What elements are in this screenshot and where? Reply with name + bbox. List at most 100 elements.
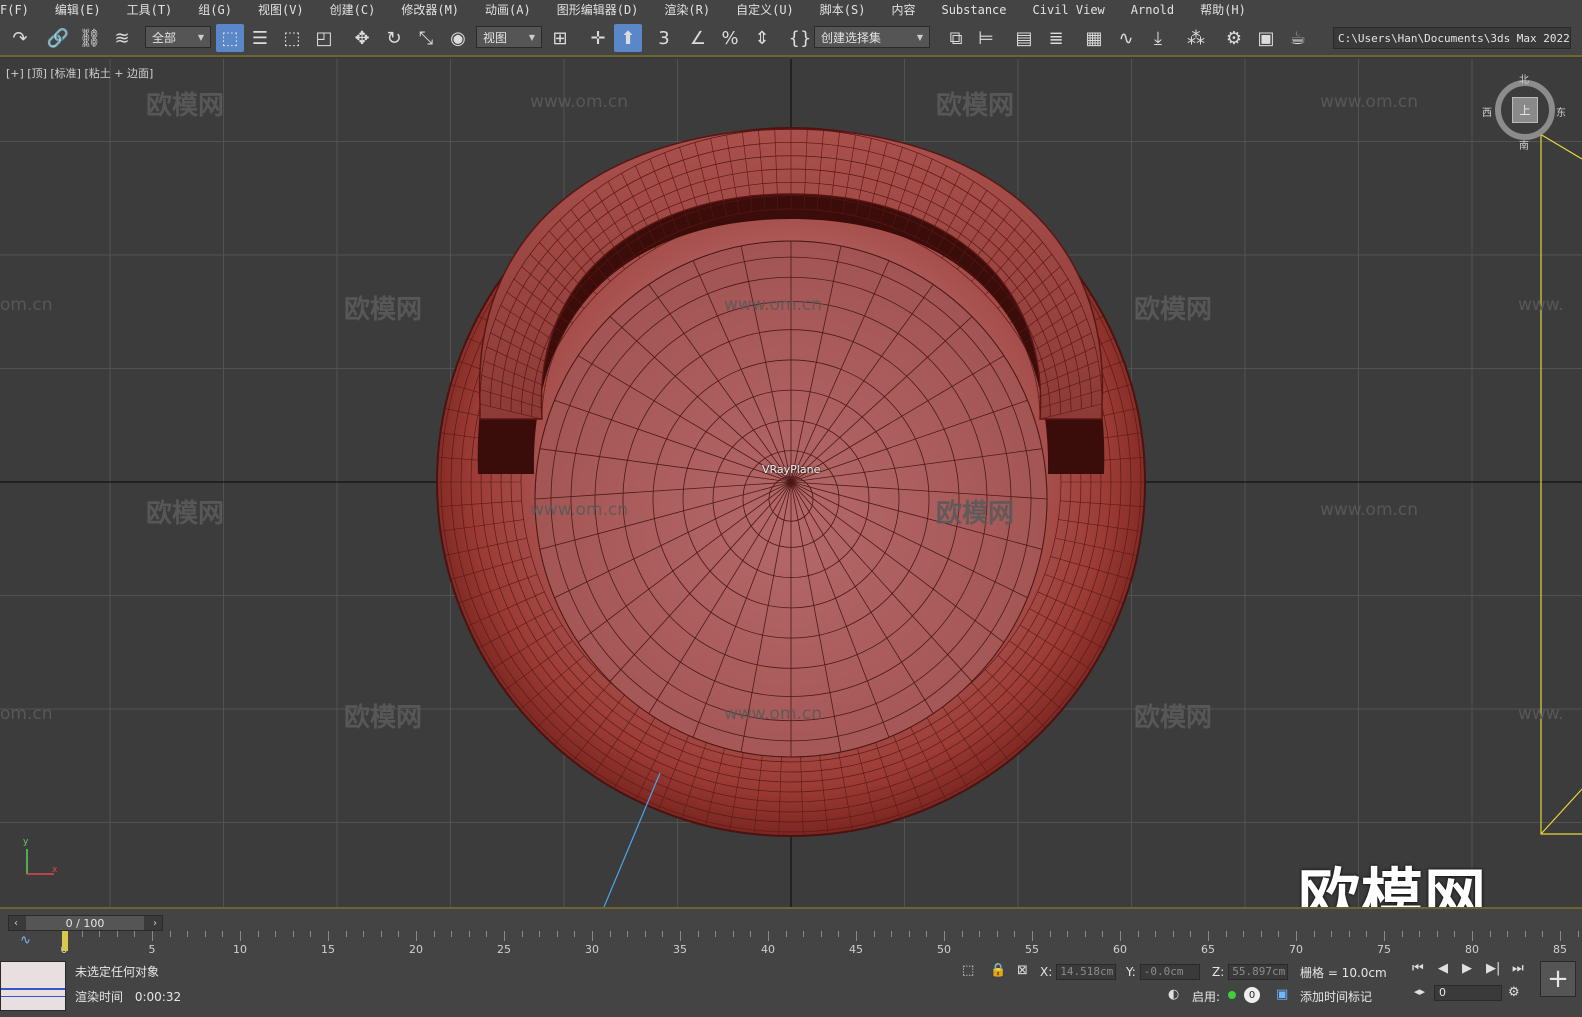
move-icon[interactable]: ✥ (348, 24, 376, 52)
named-selection-set-select[interactable]: 创建选择集 ▼ (814, 26, 930, 48)
frame-counter[interactable]: 0 / 100 (26, 916, 144, 930)
z-coordinate-field[interactable]: 55.897cm (1228, 964, 1289, 980)
timeline-ruler[interactable]: 0510152025303540455055606570758085 (60, 931, 1579, 956)
chair-mesh[interactable] (436, 127, 1146, 837)
rectangular-selection-icon[interactable]: ⬚ (278, 24, 306, 52)
viewport-label[interactable]: [+] [顶] [标准] [粘土 + 边面] (6, 65, 153, 81)
selection-filter-select[interactable]: 全部 ▼ (145, 26, 211, 48)
menu-animation[interactable]: 动画(A) (471, 0, 543, 20)
viewcube-south[interactable]: 南 (1519, 137, 1529, 152)
schematic-view-icon[interactable]: ⤓ (1144, 24, 1172, 52)
ruler-tick (416, 931, 417, 941)
menu-help[interactable]: 帮助(H) (1186, 0, 1258, 20)
edit-named-selection-icon[interactable]: {} (786, 24, 814, 52)
x-coordinate-field[interactable]: 14.518cm (1056, 964, 1117, 980)
menu-arnold[interactable]: Arnold (1117, 0, 1186, 20)
next-frame-arrow-icon[interactable]: › (148, 916, 162, 930)
absolute-relative-toggle-icon[interactable]: ⊠ (1017, 963, 1028, 978)
reference-coordinate-select[interactable]: 视图 ▼ (476, 26, 542, 48)
bind-space-warp-icon[interactable]: ≋ (108, 24, 136, 52)
menu-file[interactable]: F(F) (0, 0, 41, 20)
top-viewport[interactable]: [+] [顶] [标准] [粘土 + 边面] VRayPlane y x 上 北… (0, 59, 1582, 907)
unlink-icon[interactable]: ⛓ (76, 24, 104, 52)
select-manipulate-icon[interactable]: ✛ (584, 24, 612, 52)
render-setup-icon[interactable]: ⚙ (1220, 24, 1248, 52)
redo-icon[interactable]: ↷ (6, 24, 34, 52)
viewcube-north[interactable]: 北 (1519, 71, 1529, 86)
viewcube-top-face[interactable]: 上 (1512, 97, 1538, 123)
ruler-tick (257, 931, 259, 937)
prev-frame-arrow-icon[interactable]: ‹ (9, 916, 23, 930)
menu-create[interactable]: 创建(C) (316, 0, 388, 20)
go-to-end-icon[interactable]: ⏭ (1512, 961, 1524, 976)
material-editor-icon[interactable]: ⁂ (1182, 24, 1210, 52)
time-configuration-icon[interactable]: ⚙ (1508, 985, 1520, 1000)
add-time-tag-button[interactable]: 添加时间标记 (1300, 988, 1372, 1005)
menu-scripting[interactable]: 脚本(S) (806, 0, 878, 20)
ruler-tick (556, 931, 558, 937)
menu-graph-editors[interactable]: 图形编辑器(D) (543, 0, 651, 20)
current-frame-field[interactable]: 0 (1434, 985, 1502, 1001)
time-cursor[interactable] (62, 931, 68, 951)
y-coordinate-field[interactable]: -0.0cm (1139, 964, 1200, 980)
rotate-icon[interactable]: ↻ (380, 24, 408, 52)
x-coordinate-label: X: (1040, 965, 1053, 979)
keyboard-shortcut-override-icon[interactable]: ⬆ (614, 24, 642, 52)
previous-frame-icon[interactable]: ◀ (1438, 961, 1448, 976)
rendered-frame-window-icon[interactable]: ▣ (1252, 24, 1280, 52)
menu-rendering[interactable]: 渲染(R) (650, 0, 722, 20)
key-mode-toggle-icon[interactable]: ◂▸ (1414, 985, 1425, 998)
lock-selection-icon[interactable]: 🔒 (990, 963, 1006, 978)
menu-civil-view[interactable]: Civil View (1019, 0, 1117, 20)
menu-substance[interactable]: Substance (927, 0, 1018, 20)
menu-tools[interactable]: 工具(T) (113, 0, 185, 20)
isolate-selection-icon[interactable]: ⬚ (962, 963, 974, 978)
window-crossing-icon[interactable]: ◰ (310, 24, 338, 52)
menu-customize[interactable]: 自定义(U) (722, 0, 806, 20)
render-time-label: 渲染时间 0:00:32 (75, 988, 181, 1005)
align-icon[interactable]: ⊨ (972, 24, 1000, 52)
play-icon[interactable]: ▶ (1462, 961, 1472, 976)
angle-snap-icon[interactable]: ∠ (684, 24, 712, 52)
ruler-tick (979, 931, 981, 937)
go-to-start-icon[interactable]: ⏮ (1412, 961, 1424, 976)
layer-explorer-icon[interactable]: ≣ (1042, 24, 1070, 52)
next-frame-icon[interactable]: ▶| (1486, 961, 1500, 976)
percent-snap-icon[interactable]: % (716, 24, 744, 52)
select-by-name-icon[interactable]: ☰ (246, 24, 274, 52)
viewcube-west[interactable]: 西 (1482, 104, 1492, 119)
camera-frame-outline (1539, 133, 1582, 835)
menu-content[interactable]: 内容 (877, 0, 927, 20)
time-tag-icon[interactable]: ▣ (1276, 987, 1288, 1002)
menu-views[interactable]: 视图(V) (244, 0, 316, 20)
scene-explorer-icon[interactable]: ▤ (1010, 24, 1038, 52)
pivot-center-icon[interactable]: ⊞ (546, 24, 574, 52)
render-production-icon[interactable]: ☕ (1284, 24, 1312, 52)
snaps-toggle-icon[interactable]: 3 (650, 24, 678, 52)
adaptive-degradation-icon[interactable]: ◐ (1168, 987, 1179, 1002)
select-object-icon[interactable]: ⬚ (216, 24, 244, 52)
toggle-ribbon-icon[interactable]: ▦ (1080, 24, 1108, 52)
ruler-label: 5 (148, 943, 156, 956)
menu-group[interactable]: 组(G) (184, 0, 244, 20)
render-time-label-text: 渲染时间 (75, 990, 124, 1004)
ruler-tick (592, 931, 593, 941)
maxscript-listener-preview[interactable] (0, 961, 66, 1011)
project-path-field[interactable]: C:\Users\Han\Documents\3ds Max 2022 ▼ (1333, 27, 1571, 49)
mini-curve-editor-icon[interactable]: ∿ (20, 933, 31, 948)
ruler-tick (99, 931, 101, 937)
time-slider[interactable]: ‹ 0 / 100 › (8, 915, 163, 931)
mirror-icon[interactable]: ⧉ (942, 24, 970, 52)
viewport-navigation-plus-icon[interactable]: + (1540, 961, 1576, 997)
viewcube[interactable]: 上 北 南 西 东 (1482, 75, 1566, 152)
ruler-tick (169, 931, 171, 937)
spinner-snap-icon[interactable]: ⇕ (748, 24, 776, 52)
curve-editor-icon[interactable]: ∿ (1112, 24, 1140, 52)
ruler-tick (1225, 931, 1227, 937)
enable-count-badge[interactable]: 0 (1244, 987, 1260, 1003)
menu-edit[interactable]: 编辑(E) (41, 0, 113, 20)
scale-icon[interactable]: ⤡ (412, 24, 440, 52)
place-icon[interactable]: ◉ (444, 24, 472, 52)
menu-modifiers[interactable]: 修改器(M) (387, 0, 471, 20)
link-icon[interactable]: 🔗 (44, 24, 72, 52)
